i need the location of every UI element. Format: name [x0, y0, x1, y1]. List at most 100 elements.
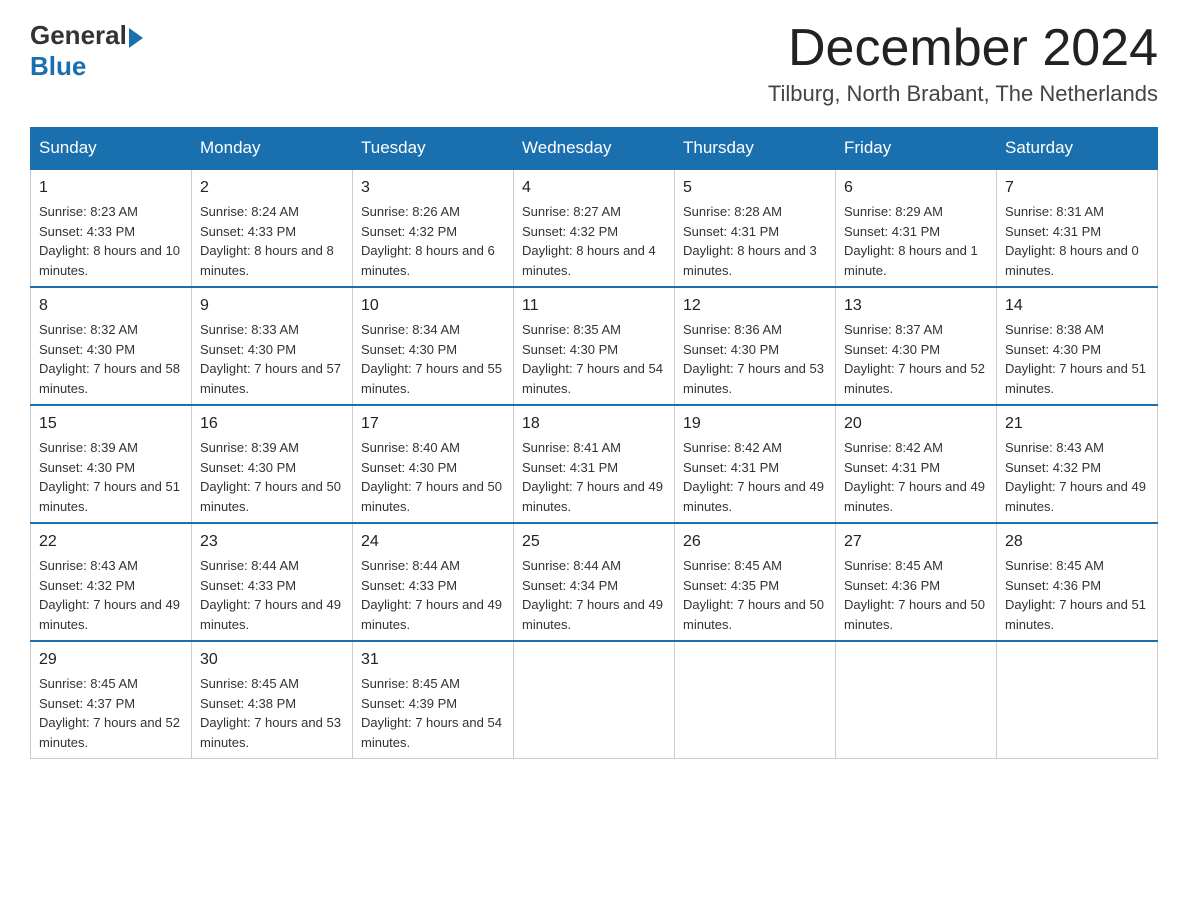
day-info: Sunrise: 8:44 AMSunset: 4:33 PMDaylight:… [361, 556, 505, 634]
day-info: Sunrise: 8:45 AMSunset: 4:35 PMDaylight:… [683, 556, 827, 634]
day-number: 31 [361, 648, 505, 672]
day-info: Sunrise: 8:37 AMSunset: 4:30 PMDaylight:… [844, 320, 988, 398]
day-info: Sunrise: 8:45 AMSunset: 4:38 PMDaylight:… [200, 674, 344, 752]
day-number: 9 [200, 294, 344, 318]
day-info: Sunrise: 8:43 AMSunset: 4:32 PMDaylight:… [39, 556, 183, 634]
day-info: Sunrise: 8:40 AMSunset: 4:30 PMDaylight:… [361, 438, 505, 516]
title-section: December 2024 Tilburg, North Brabant, Th… [768, 20, 1158, 107]
calendar-cell: 23Sunrise: 8:44 AMSunset: 4:33 PMDayligh… [192, 523, 353, 641]
calendar-cell: 9Sunrise: 8:33 AMSunset: 4:30 PMDaylight… [192, 287, 353, 405]
calendar-cell: 25Sunrise: 8:44 AMSunset: 4:34 PMDayligh… [514, 523, 675, 641]
day-info: Sunrise: 8:35 AMSunset: 4:30 PMDaylight:… [522, 320, 666, 398]
day-number: 20 [844, 412, 988, 436]
calendar-cell [514, 641, 675, 759]
calendar-cell [675, 641, 836, 759]
day-number: 30 [200, 648, 344, 672]
calendar-cell: 5Sunrise: 8:28 AMSunset: 4:31 PMDaylight… [675, 169, 836, 287]
day-number: 13 [844, 294, 988, 318]
day-info: Sunrise: 8:24 AMSunset: 4:33 PMDaylight:… [200, 202, 344, 280]
day-info: Sunrise: 8:41 AMSunset: 4:31 PMDaylight:… [522, 438, 666, 516]
day-info: Sunrise: 8:42 AMSunset: 4:31 PMDaylight:… [844, 438, 988, 516]
day-info: Sunrise: 8:29 AMSunset: 4:31 PMDaylight:… [844, 202, 988, 280]
calendar-cell: 6Sunrise: 8:29 AMSunset: 4:31 PMDaylight… [836, 169, 997, 287]
calendar-cell: 31Sunrise: 8:45 AMSunset: 4:39 PMDayligh… [353, 641, 514, 759]
calendar-week-row: 8Sunrise: 8:32 AMSunset: 4:30 PMDaylight… [31, 287, 1158, 405]
logo-general-text: General [30, 20, 127, 51]
header-day-monday: Monday [192, 128, 353, 170]
day-number: 6 [844, 176, 988, 200]
logo-arrow-icon [129, 28, 143, 48]
calendar-header-row: SundayMondayTuesdayWednesdayThursdayFrid… [31, 128, 1158, 170]
day-info: Sunrise: 8:31 AMSunset: 4:31 PMDaylight:… [1005, 202, 1149, 280]
day-number: 2 [200, 176, 344, 200]
calendar-cell: 30Sunrise: 8:45 AMSunset: 4:38 PMDayligh… [192, 641, 353, 759]
main-title: December 2024 [768, 20, 1158, 77]
day-number: 12 [683, 294, 827, 318]
day-number: 17 [361, 412, 505, 436]
day-info: Sunrise: 8:39 AMSunset: 4:30 PMDaylight:… [39, 438, 183, 516]
day-info: Sunrise: 8:38 AMSunset: 4:30 PMDaylight:… [1005, 320, 1149, 398]
day-number: 3 [361, 176, 505, 200]
calendar-cell: 14Sunrise: 8:38 AMSunset: 4:30 PMDayligh… [997, 287, 1158, 405]
day-number: 19 [683, 412, 827, 436]
logo-blue-text: Blue [30, 51, 86, 82]
day-info: Sunrise: 8:27 AMSunset: 4:32 PMDaylight:… [522, 202, 666, 280]
day-info: Sunrise: 8:32 AMSunset: 4:30 PMDaylight:… [39, 320, 183, 398]
day-number: 5 [683, 176, 827, 200]
day-info: Sunrise: 8:45 AMSunset: 4:36 PMDaylight:… [844, 556, 988, 634]
day-info: Sunrise: 8:42 AMSunset: 4:31 PMDaylight:… [683, 438, 827, 516]
day-number: 4 [522, 176, 666, 200]
day-number: 10 [361, 294, 505, 318]
day-info: Sunrise: 8:39 AMSunset: 4:30 PMDaylight:… [200, 438, 344, 516]
page-header: General Blue December 2024 Tilburg, Nort… [30, 20, 1158, 107]
calendar-cell: 7Sunrise: 8:31 AMSunset: 4:31 PMDaylight… [997, 169, 1158, 287]
calendar-cell: 17Sunrise: 8:40 AMSunset: 4:30 PMDayligh… [353, 405, 514, 523]
header-day-friday: Friday [836, 128, 997, 170]
header-day-thursday: Thursday [675, 128, 836, 170]
day-number: 21 [1005, 412, 1149, 436]
header-day-wednesday: Wednesday [514, 128, 675, 170]
calendar-cell: 18Sunrise: 8:41 AMSunset: 4:31 PMDayligh… [514, 405, 675, 523]
calendar-cell: 21Sunrise: 8:43 AMSunset: 4:32 PMDayligh… [997, 405, 1158, 523]
day-info: Sunrise: 8:33 AMSunset: 4:30 PMDaylight:… [200, 320, 344, 398]
calendar-cell: 22Sunrise: 8:43 AMSunset: 4:32 PMDayligh… [31, 523, 192, 641]
header-day-saturday: Saturday [997, 128, 1158, 170]
day-number: 1 [39, 176, 183, 200]
day-info: Sunrise: 8:23 AMSunset: 4:33 PMDaylight:… [39, 202, 183, 280]
day-info: Sunrise: 8:45 AMSunset: 4:36 PMDaylight:… [1005, 556, 1149, 634]
day-number: 24 [361, 530, 505, 554]
day-number: 22 [39, 530, 183, 554]
day-info: Sunrise: 8:36 AMSunset: 4:30 PMDaylight:… [683, 320, 827, 398]
calendar-cell: 13Sunrise: 8:37 AMSunset: 4:30 PMDayligh… [836, 287, 997, 405]
day-number: 25 [522, 530, 666, 554]
calendar-cell: 3Sunrise: 8:26 AMSunset: 4:32 PMDaylight… [353, 169, 514, 287]
calendar-cell: 24Sunrise: 8:44 AMSunset: 4:33 PMDayligh… [353, 523, 514, 641]
day-number: 26 [683, 530, 827, 554]
day-number: 16 [200, 412, 344, 436]
calendar-cell: 16Sunrise: 8:39 AMSunset: 4:30 PMDayligh… [192, 405, 353, 523]
calendar-week-row: 29Sunrise: 8:45 AMSunset: 4:37 PMDayligh… [31, 641, 1158, 759]
calendar-cell: 28Sunrise: 8:45 AMSunset: 4:36 PMDayligh… [997, 523, 1158, 641]
day-number: 14 [1005, 294, 1149, 318]
day-number: 18 [522, 412, 666, 436]
calendar-cell: 26Sunrise: 8:45 AMSunset: 4:35 PMDayligh… [675, 523, 836, 641]
calendar-cell: 4Sunrise: 8:27 AMSunset: 4:32 PMDaylight… [514, 169, 675, 287]
day-number: 8 [39, 294, 183, 318]
calendar-cell: 19Sunrise: 8:42 AMSunset: 4:31 PMDayligh… [675, 405, 836, 523]
day-info: Sunrise: 8:45 AMSunset: 4:37 PMDaylight:… [39, 674, 183, 752]
calendar-week-row: 15Sunrise: 8:39 AMSunset: 4:30 PMDayligh… [31, 405, 1158, 523]
calendar-cell: 8Sunrise: 8:32 AMSunset: 4:30 PMDaylight… [31, 287, 192, 405]
day-info: Sunrise: 8:43 AMSunset: 4:32 PMDaylight:… [1005, 438, 1149, 516]
calendar-week-row: 22Sunrise: 8:43 AMSunset: 4:32 PMDayligh… [31, 523, 1158, 641]
day-number: 28 [1005, 530, 1149, 554]
calendar-cell: 20Sunrise: 8:42 AMSunset: 4:31 PMDayligh… [836, 405, 997, 523]
day-info: Sunrise: 8:44 AMSunset: 4:33 PMDaylight:… [200, 556, 344, 634]
calendar-cell: 12Sunrise: 8:36 AMSunset: 4:30 PMDayligh… [675, 287, 836, 405]
calendar-cell: 10Sunrise: 8:34 AMSunset: 4:30 PMDayligh… [353, 287, 514, 405]
calendar-week-row: 1Sunrise: 8:23 AMSunset: 4:33 PMDaylight… [31, 169, 1158, 287]
header-day-sunday: Sunday [31, 128, 192, 170]
calendar-cell: 27Sunrise: 8:45 AMSunset: 4:36 PMDayligh… [836, 523, 997, 641]
calendar-cell: 29Sunrise: 8:45 AMSunset: 4:37 PMDayligh… [31, 641, 192, 759]
day-info: Sunrise: 8:45 AMSunset: 4:39 PMDaylight:… [361, 674, 505, 752]
day-number: 23 [200, 530, 344, 554]
